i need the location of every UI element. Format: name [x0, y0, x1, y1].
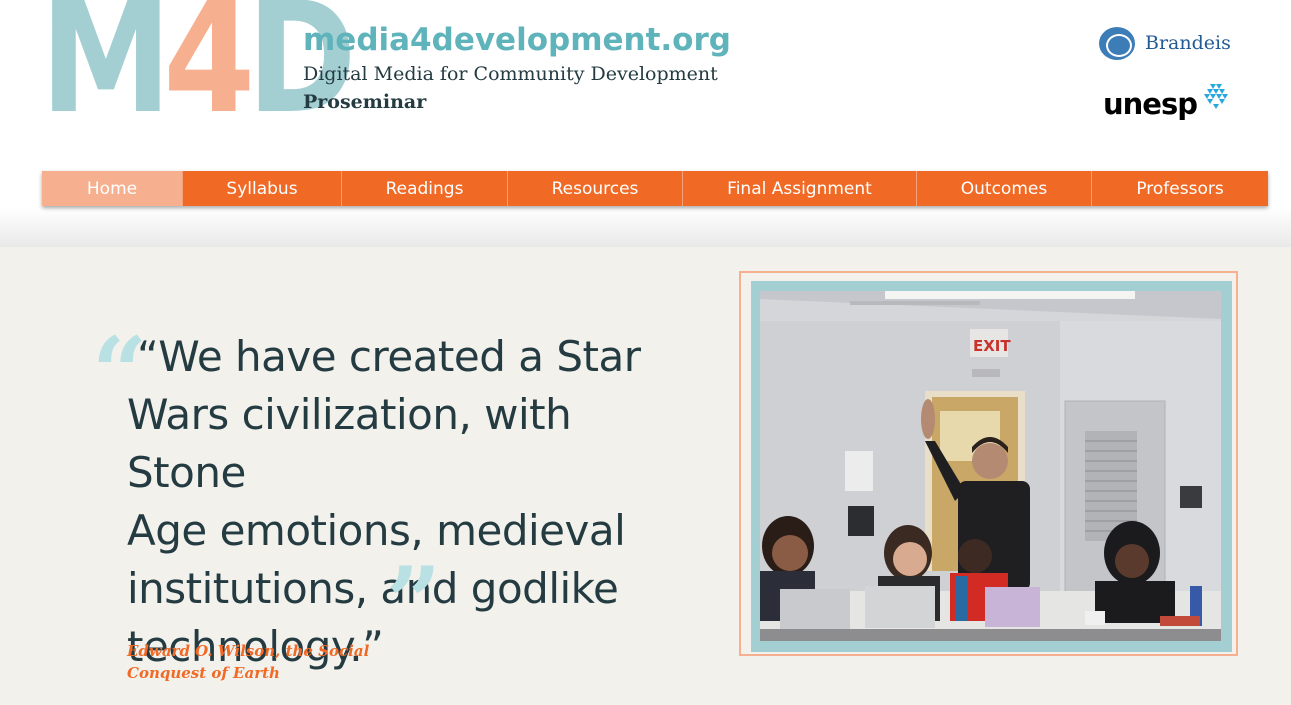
- nav-home[interactable]: Home: [42, 171, 183, 206]
- nav-readings[interactable]: Readings: [342, 171, 508, 206]
- site-title[interactable]: media4development.org: [303, 22, 731, 58]
- nav-resources[interactable]: Resources: [508, 171, 683, 206]
- nav-professors[interactable]: Professors: [1092, 171, 1268, 206]
- nav-outcomes[interactable]: Outcomes: [917, 171, 1092, 206]
- site-subtitle-proseminar: Proseminar: [303, 91, 427, 113]
- brandeis-name: Brandeis: [1145, 32, 1231, 54]
- site-header: M 4 D media4development.org Digital Medi…: [0, 0, 1291, 247]
- nav-final-assignment[interactable]: Final Assignment: [683, 171, 917, 206]
- nav-syllabus[interactable]: Syllabus: [183, 171, 342, 206]
- classroom-illustration: EXIT: [760, 291, 1221, 641]
- header-fade: [0, 208, 1291, 247]
- photo-mat: EXIT: [751, 281, 1232, 652]
- logo-letter-4: 4: [163, 0, 255, 148]
- brandeis-logo[interactable]: Brandeis: [1099, 26, 1231, 60]
- main-nav: Home Syllabus Readings Resources Final A…: [42, 171, 1268, 206]
- quote-line: Wars civilization, with Stone: [127, 390, 572, 497]
- quote-attribution: Edward O. Wilson, the Social Conquest of…: [127, 642, 370, 682]
- unesp-logo[interactable]: unesp: [1103, 84, 1233, 119]
- exit-sign: EXIT: [973, 337, 1011, 355]
- brandeis-seal-icon: [1099, 26, 1135, 60]
- unesp-mark-icon: [1203, 84, 1228, 109]
- m4d-logo[interactable]: M 4 D: [40, 0, 357, 136]
- unesp-name: unesp: [1103, 87, 1198, 121]
- close-quote-mark: ”: [386, 546, 442, 659]
- photo-frame: EXIT: [739, 271, 1238, 656]
- quote-line: “We have created a Star: [137, 332, 641, 381]
- logo-letter-m: M: [40, 0, 172, 148]
- classroom-photo[interactable]: EXIT: [760, 291, 1221, 641]
- site-subtitle: Digital Media for Community Development: [303, 63, 718, 85]
